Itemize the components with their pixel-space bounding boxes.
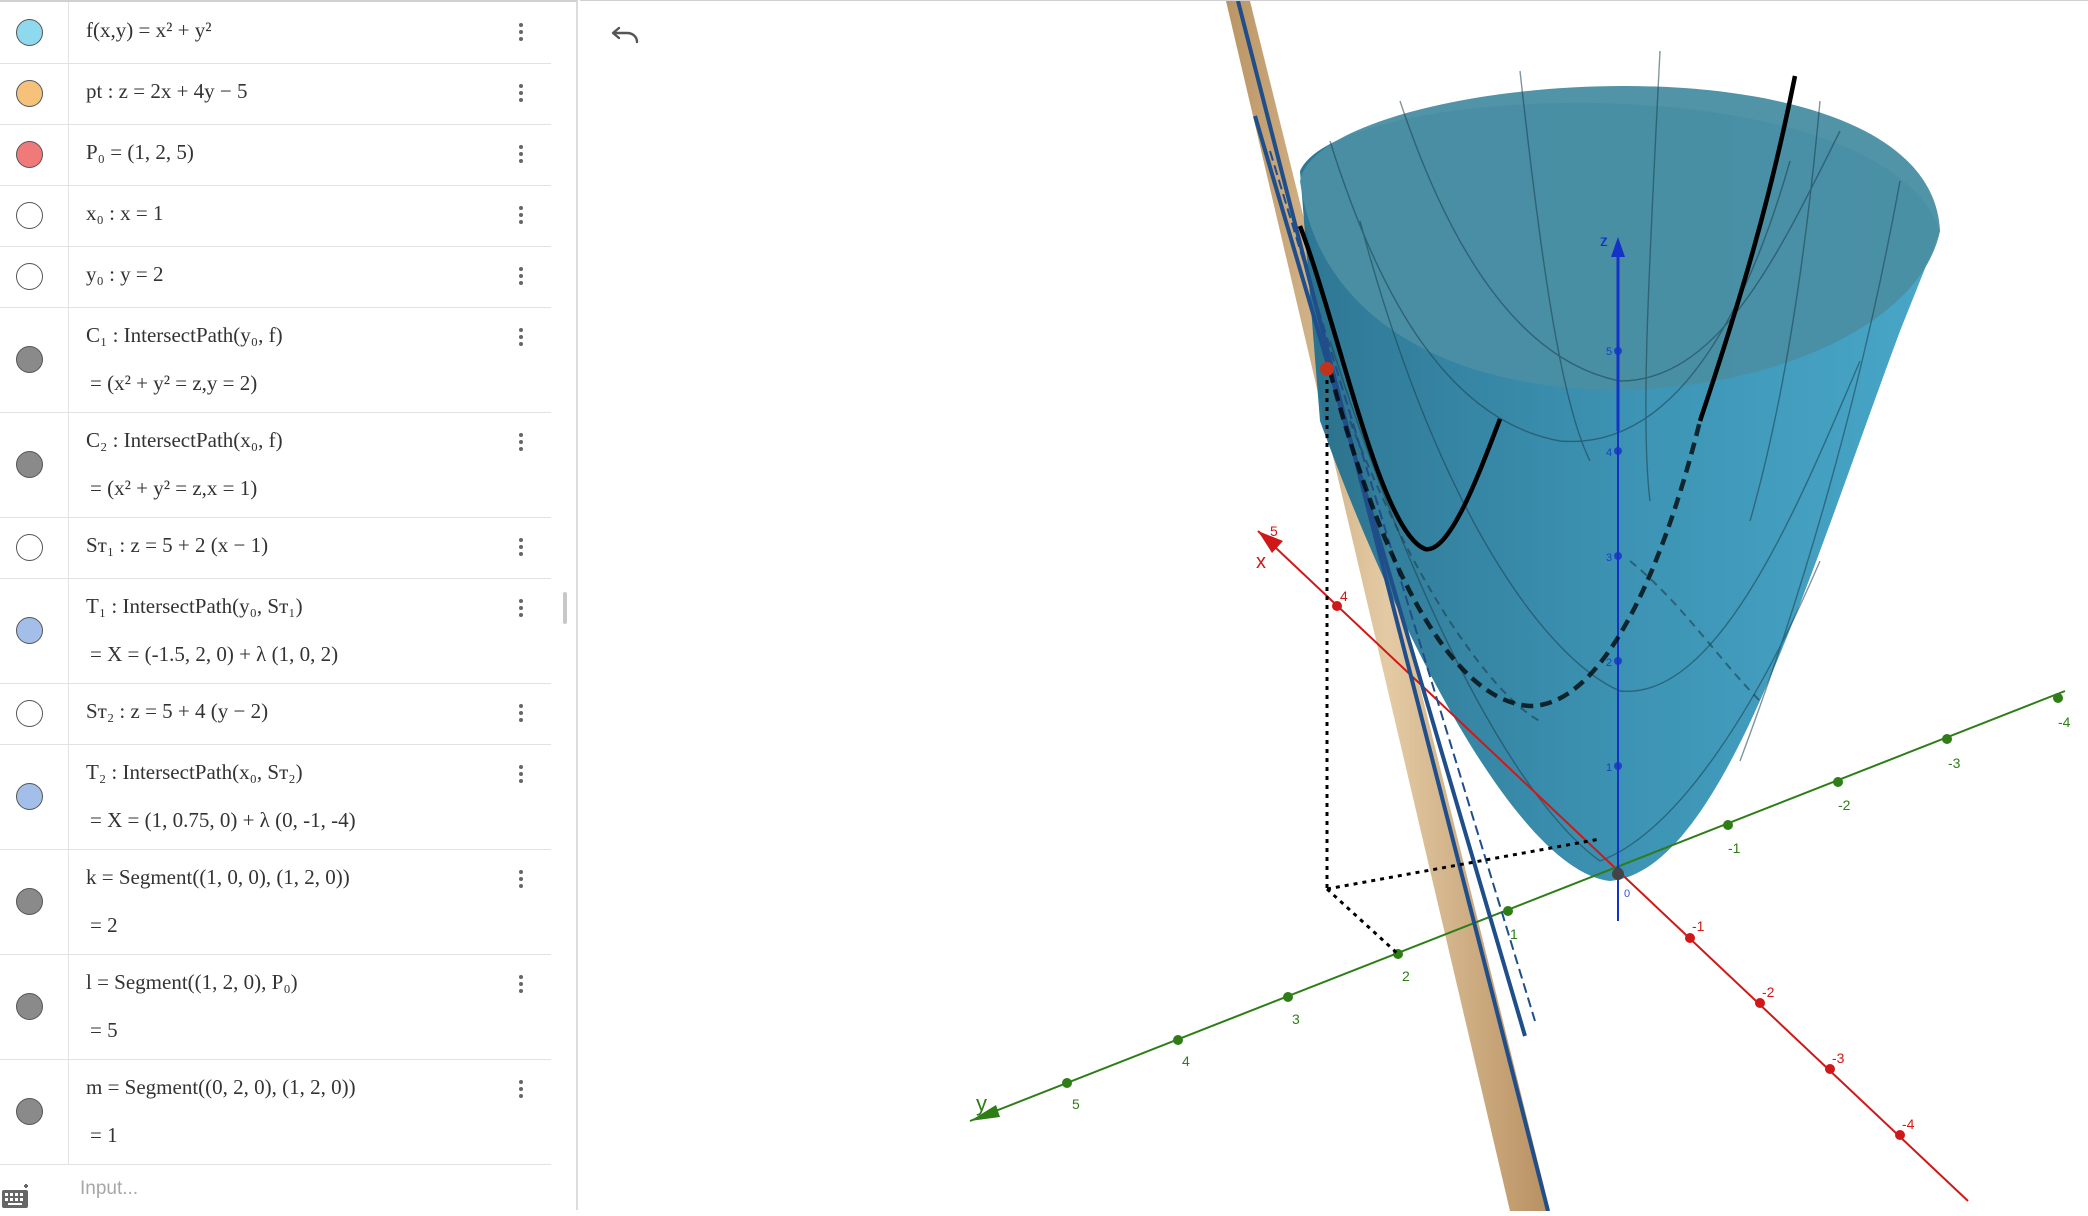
- item-value: = 1: [90, 1123, 118, 1147]
- algebra-item-c2[interactable]: C₂ : IntersectPath(x₀, f) = (x² + y² = z,…: [0, 412, 551, 518]
- z-tick-1: 1: [1606, 762, 1612, 774]
- more-options-icon[interactable]: [513, 1077, 529, 1103]
- visibility-toggle-l[interactable]: [16, 992, 43, 1020]
- visibility-toggle-pt[interactable]: [16, 79, 43, 107]
- item-definition[interactable]: Sᴛ₂ : z = 5 + 4 (y − 2): [86, 699, 268, 724]
- y-tick-neg3: -3: [1948, 755, 1961, 771]
- more-options-icon[interactable]: [513, 264, 529, 290]
- algebra-item-y0[interactable]: y₀ : y = 2: [0, 246, 551, 308]
- z-tick-4: 4: [1606, 447, 1612, 459]
- more-options-icon[interactable]: [513, 535, 529, 561]
- more-options-icon[interactable]: [513, 203, 529, 229]
- more-options-icon[interactable]: [513, 142, 529, 168]
- item-definition[interactable]: l = Segment((1, 2, 0), P₀): [86, 970, 298, 995]
- algebra-item-f[interactable]: f(x,y) = x² + y²: [0, 2, 551, 64]
- y-tick-neg4: -4: [2058, 714, 2071, 730]
- item-definition[interactable]: T₂ : IntersectPath(x₀, Sᴛ₂): [86, 760, 303, 785]
- graphics-canvas[interactable]: x y z 5 4 -1 -2 -3 -4 5 4 3 2 1 -1 -2 -3…: [580, 0, 2088, 1212]
- more-options-icon[interactable]: [513, 325, 529, 351]
- x-tick-neg1: -1: [1692, 918, 1705, 934]
- algebra-item-st1[interactable]: Sᴛ₁ : z = 5 + 2 (x − 1): [0, 517, 551, 579]
- item-definition[interactable]: Sᴛ₁ : z = 5 + 2 (x − 1): [86, 533, 268, 558]
- algebra-input-field[interactable]: Input...: [80, 1178, 138, 1200]
- y-tick-neg1: -1: [1728, 840, 1741, 856]
- item-definition[interactable]: f(x,y) = x² + y²: [86, 18, 212, 43]
- algebra-item-pt[interactable]: pt : z = 2x + 4y − 5: [0, 63, 551, 125]
- item-definition[interactable]: C₁ : IntersectPath(y₀, f): [86, 323, 283, 348]
- more-options-icon[interactable]: [513, 596, 529, 622]
- algebra-item-c1[interactable]: C₁ : IntersectPath(y₀, f) = (x² + y² = z,…: [0, 307, 551, 413]
- x-tick-neg2: -2: [1762, 984, 1775, 1000]
- item-definition[interactable]: C₂ : IntersectPath(x₀, f): [86, 428, 283, 453]
- visibility-toggle-m[interactable]: [16, 1097, 43, 1125]
- more-options-icon[interactable]: [513, 762, 529, 788]
- origin-point: [1612, 868, 1624, 880]
- more-options-icon[interactable]: [513, 20, 529, 46]
- x-tick-neg3: -3: [1832, 1050, 1845, 1066]
- graphics-3d-view[interactable]: x y z 5 4 -1 -2 -3 -4 5 4 3 2 1 -1 -2 -3…: [580, 0, 2088, 1212]
- visibility-toggle-k[interactable]: [16, 887, 43, 915]
- algebra-item-k[interactable]: k = Segment((1, 0, 0), (1, 2, 0)) = 2: [0, 849, 551, 955]
- visibility-toggle-p0[interactable]: [16, 140, 43, 168]
- visibility-toggle-c2[interactable]: [16, 450, 43, 478]
- y-tick-3: 3: [1292, 1011, 1300, 1027]
- visibility-toggle-f[interactable]: [16, 18, 43, 46]
- item-value: = 2: [90, 913, 118, 937]
- item-value: = (x² + y² = z,y = 2): [90, 371, 258, 395]
- more-options-icon[interactable]: [513, 972, 529, 998]
- algebra-item-st2[interactable]: Sᴛ₂ : z = 5 + 4 (y − 2): [0, 683, 551, 745]
- z-tick-2: 2: [1606, 657, 1612, 669]
- keyboard-icon[interactable]: [0, 1182, 32, 1210]
- z-tick-5: 5: [1606, 346, 1612, 358]
- more-options-icon[interactable]: [513, 701, 529, 727]
- algebra-view: f(x,y) = x² + y² pt : z = 2x + 4y − 5 P₀ =…: [0, 0, 578, 1210]
- origin-label: 0: [1624, 888, 1630, 900]
- y-tick-1: 1: [1510, 926, 1518, 942]
- x-tick-neg4: -4: [1902, 1116, 1915, 1132]
- algebra-item-t2[interactable]: T₂ : IntersectPath(x₀, Sᴛ₂) = X = (1, 0.7…: [0, 744, 551, 850]
- algebra-item-p0[interactable]: P₀ = (1, 2, 5): [0, 124, 551, 186]
- x-tick-5: 5: [1270, 523, 1278, 539]
- algebra-item-x0[interactable]: x₀ : x = 1: [0, 185, 551, 247]
- item-value: = X = (1, 0.75, 0) + λ (0, -1, -4): [90, 808, 356, 832]
- y-tick-neg2: -2: [1838, 797, 1851, 813]
- item-value: = (x² + y² = z,x = 1): [90, 476, 258, 500]
- item-definition[interactable]: P₀ = (1, 2, 5): [86, 140, 194, 165]
- y-tick-2: 2: [1402, 968, 1410, 984]
- algebra-item-t1[interactable]: T₁ : IntersectPath(y₀, Sᴛ₁) = X = (-1.5, …: [0, 578, 551, 684]
- more-options-icon[interactable]: [513, 867, 529, 893]
- item-definition[interactable]: k = Segment((1, 0, 0), (1, 2, 0)): [86, 865, 350, 890]
- undo-icon[interactable]: [610, 22, 640, 48]
- point-P0[interactable]: [1320, 362, 1334, 376]
- z-tick-3: 3: [1606, 552, 1612, 564]
- z-tick-7: 7: [1600, 236, 1606, 248]
- visibility-toggle-t2[interactable]: [16, 782, 43, 810]
- y-tick-5: 5: [1072, 1096, 1080, 1112]
- panel-resize-handle[interactable]: [563, 592, 567, 624]
- y-tick-4: 4: [1182, 1053, 1190, 1069]
- visibility-toggle-st2[interactable]: [16, 699, 43, 727]
- item-definition[interactable]: m = Segment((0, 2, 0), (1, 2, 0)): [86, 1075, 356, 1100]
- item-value: = X = (-1.5, 2, 0) + λ (1, 0, 2): [90, 642, 339, 666]
- visibility-toggle-y0[interactable]: [16, 262, 43, 290]
- item-value: = 5: [90, 1018, 118, 1042]
- item-definition[interactable]: pt : z = 2x + 4y − 5: [86, 79, 248, 104]
- algebra-item-m[interactable]: m = Segment((0, 2, 0), (1, 2, 0)) = 1: [0, 1059, 551, 1165]
- more-options-icon[interactable]: [513, 81, 529, 107]
- item-definition[interactable]: T₁ : IntersectPath(y₀, Sᴛ₁): [86, 594, 303, 619]
- x-axis-label: x: [1256, 551, 1266, 573]
- item-definition[interactable]: y₀ : y = 2: [86, 262, 164, 287]
- visibility-toggle-x0[interactable]: [16, 201, 43, 229]
- visibility-toggle-t1[interactable]: [16, 616, 43, 644]
- algebra-item-l[interactable]: l = Segment((1, 2, 0), P₀) = 5: [0, 954, 551, 1060]
- x-tick-4: 4: [1340, 588, 1348, 604]
- y-axis-label: y: [976, 1091, 987, 1116]
- visibility-toggle-st1[interactable]: [16, 533, 43, 561]
- item-definition[interactable]: x₀ : x = 1: [86, 201, 164, 226]
- more-options-icon[interactable]: [513, 430, 529, 456]
- visibility-toggle-c1[interactable]: [16, 345, 43, 373]
